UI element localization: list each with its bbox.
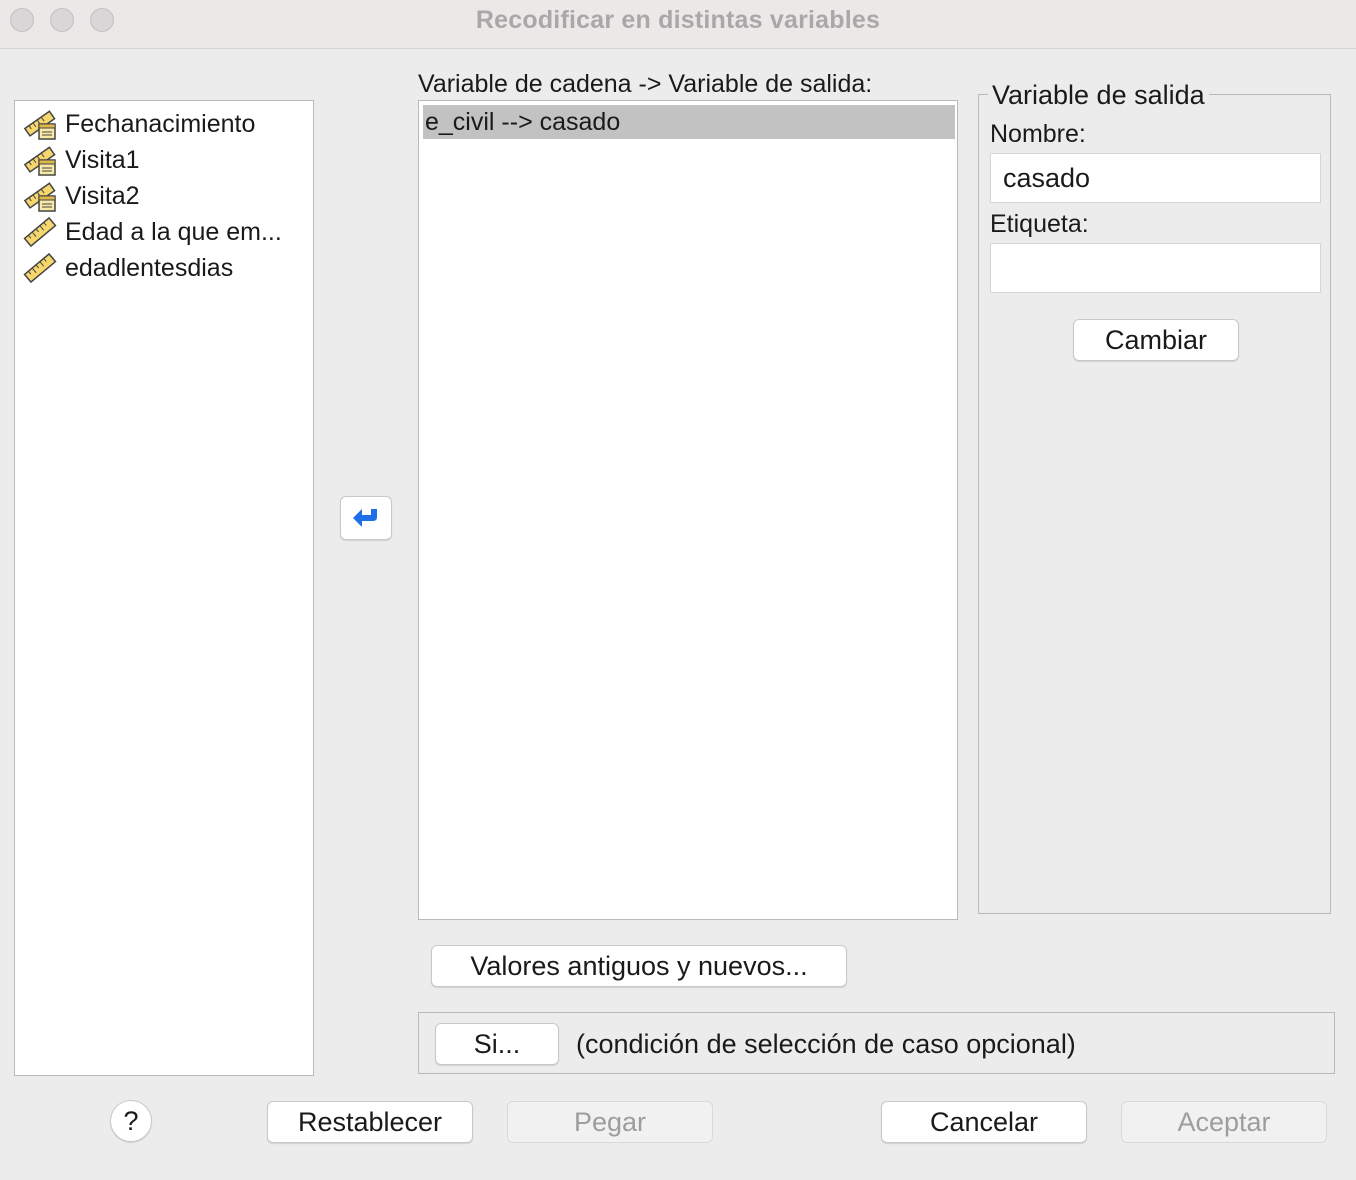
date-ruler-icon: [23, 110, 56, 140]
old-new-values-button[interactable]: Valores antiguos y nuevos...: [431, 945, 847, 987]
mapping-list[interactable]: e_civil --> casado: [418, 100, 958, 920]
output-variable-legend: Variable de salida: [988, 80, 1209, 111]
reset-button[interactable]: Restablecer: [267, 1101, 473, 1143]
cancel-button[interactable]: Cancelar: [881, 1101, 1087, 1143]
label-label: Etiqueta:: [990, 210, 1089, 238]
scale-ruler-icon: [23, 252, 57, 284]
scale-ruler-icon: [23, 216, 57, 248]
if-condition-note: (condición de selección de caso opcional…: [576, 1029, 1076, 1059]
name-label: Nombre:: [990, 120, 1086, 148]
return-arrow-icon: [353, 509, 377, 527]
window-title: Recodificar en distintas variables: [475, 6, 881, 34]
variable-label: Edad a la que em...: [65, 217, 282, 246]
mapping-row[interactable]: e_civil --> casado: [423, 105, 955, 139]
name-input[interactable]: casado: [990, 153, 1321, 203]
date-ruler-icon: [23, 182, 56, 212]
variable-label: Fechanacimiento: [65, 109, 256, 138]
variable-item[interactable]: Visita1: [23, 143, 140, 177]
help-button[interactable]: ?: [110, 1100, 152, 1142]
date-ruler-icon: [23, 146, 56, 176]
label-input[interactable]: [990, 243, 1321, 293]
paste-button[interactable]: Pegar: [507, 1101, 713, 1143]
variable-item[interactable]: edadlentesdias: [23, 251, 233, 285]
variable-item[interactable]: Visita2: [23, 179, 140, 213]
change-button[interactable]: Cambiar: [1073, 319, 1239, 361]
mapping-list-header: Variable de cadena -> Variable de salida…: [418, 70, 873, 98]
variable-item[interactable]: Edad a la que em...: [23, 215, 282, 249]
ok-button[interactable]: Aceptar: [1121, 1101, 1327, 1143]
variable-label: Visita1: [65, 145, 140, 174]
source-variable-list[interactable]: Fechanacimiento Visita1 Visita2 Edad a l…: [14, 100, 314, 1076]
variable-item[interactable]: Fechanacimiento: [23, 107, 255, 141]
title-bar: Recodificar en distintas variables: [0, 0, 1356, 49]
variable-label: Visita2: [65, 181, 140, 210]
if-button[interactable]: Si...: [435, 1023, 559, 1065]
move-variable-button[interactable]: [340, 496, 392, 540]
variable-label: edadlentesdias: [65, 253, 234, 282]
